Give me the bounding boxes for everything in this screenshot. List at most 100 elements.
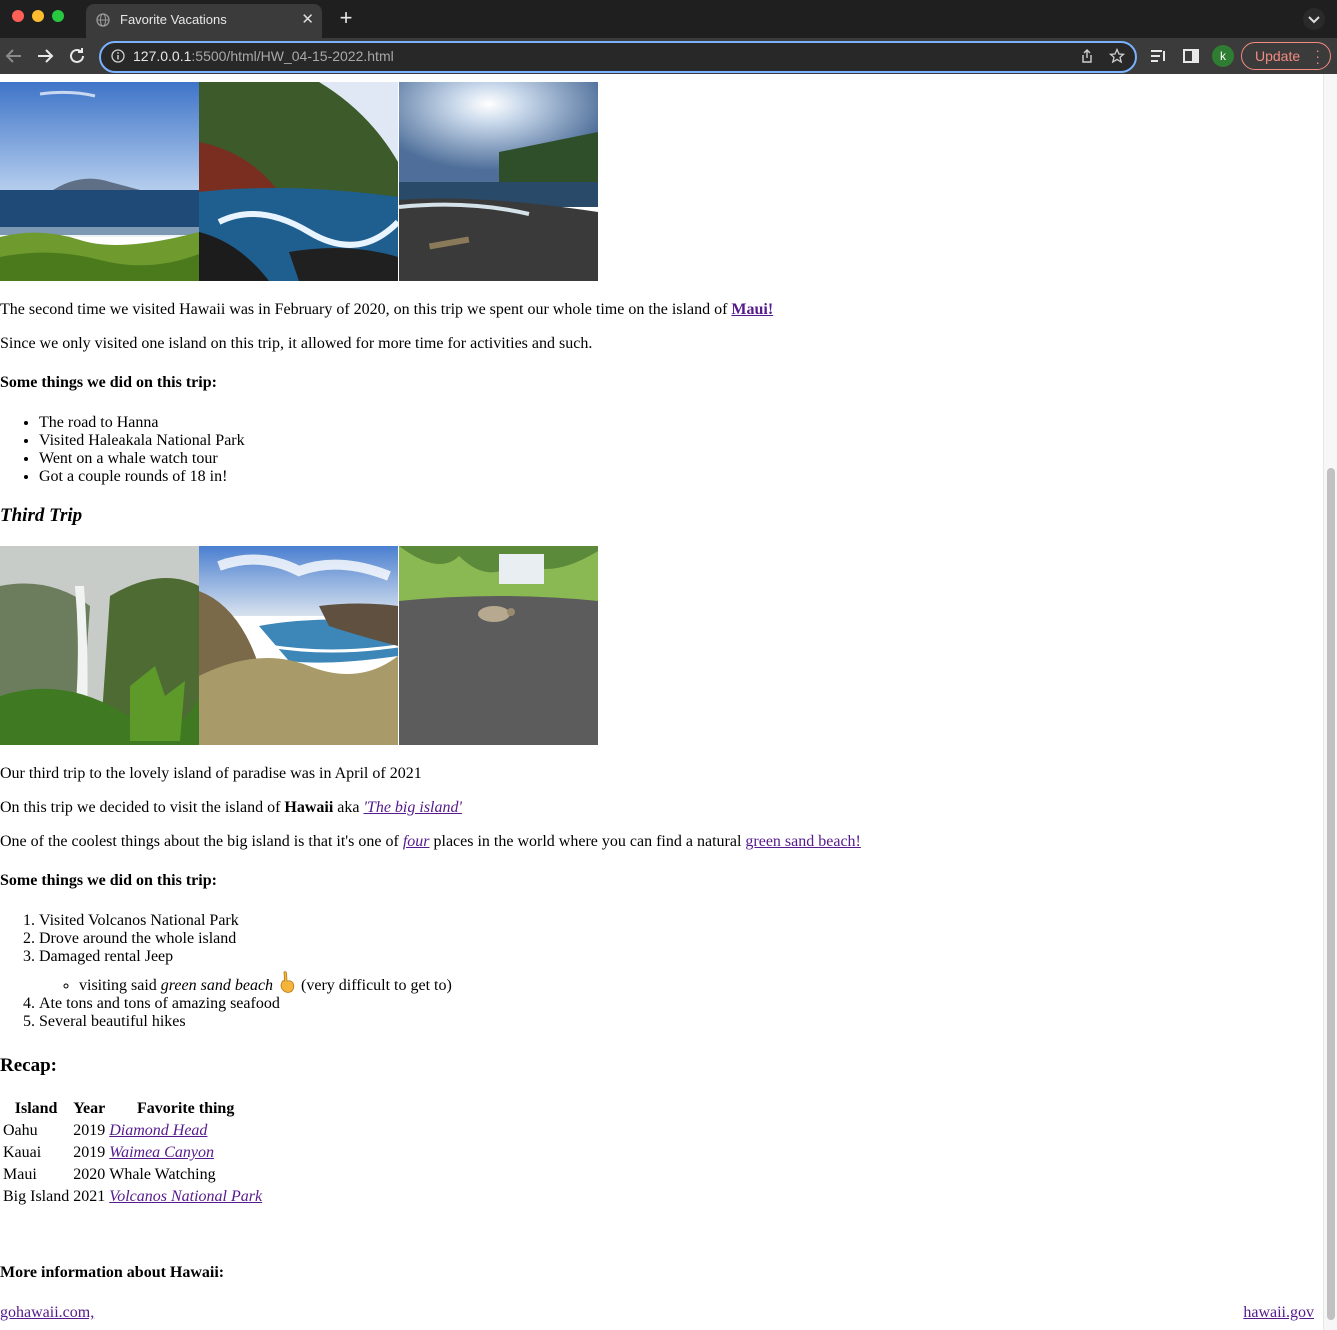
close-window-button[interactable] [12,10,24,22]
new-tab-button[interactable]: + [334,4,358,32]
favorite-cell: Waimea Canyon [108,1143,263,1163]
waimea-canyon-link[interactable]: Waimea Canyon [109,1144,214,1161]
third-trip-text-2b: aka [333,799,364,816]
table-row: Maui 2020 Whale Watching [2,1165,263,1185]
browser-toolbar: 127.0.0.1:5500/html/HW_04-15-2022.html k… [0,38,1337,74]
zoom-window-button[interactable] [52,10,64,22]
third-trip-paragraph-1: Our third trip to the lovely island of p… [0,765,422,782]
third-trip-text-3b: places in the world where you can find a… [429,833,746,850]
bookmark-star-icon[interactable] [1109,48,1125,64]
third-trip-title: Third Trip [0,505,83,526]
side-panel-icon[interactable] [1181,46,1201,66]
table-row: Kauai 2019 Waimea Canyon [2,1143,263,1163]
third-trip-text-3a: One of the coolest things about the big … [0,833,403,850]
photo-waterfall [0,546,199,745]
second-trip-list: The road to Hanna Visited Haleakala Nati… [0,414,245,486]
green-sand-beach-link[interactable]: green sand beach! [745,833,861,850]
year-cell: 2020 [73,1166,106,1183]
tab-search-button[interactable] [1303,8,1325,30]
island-cell: Kauai [3,1144,42,1161]
more-info-heading: More information about Hawaii: [0,1264,225,1281]
scrollbar-thumb[interactable] [1327,468,1335,1320]
table-row: Big Island 2021 Volcanos National Park [2,1187,263,1207]
third-trip-things-heading: Some things we did on this trip: [0,872,217,889]
sub-item-text-b: (very difficult to get to) [301,977,452,994]
photo-maui-black-beach [399,82,598,281]
reading-list-icon[interactable] [1148,46,1168,66]
vertical-scrollbar[interactable] [1323,74,1337,1330]
reload-icon[interactable] [65,44,89,68]
browser-tab[interactable]: Favorite Vacations ✕ [86,4,322,38]
forward-arrow-icon[interactable] [33,44,57,68]
recap-heading: Recap: [0,1055,57,1076]
minimize-window-button[interactable] [32,10,44,22]
hawaii-bold: Hawaii [284,799,334,816]
share-icon[interactable] [1079,48,1095,64]
hawaii-gov-link[interactable]: hawaii.gov [1243,1304,1314,1322]
second-trip-paragraph-2: Since we only visited one island on this… [0,335,593,352]
page-content: The second time we visited Hawaii was in… [0,74,1323,1330]
sub-item-text-a: visiting said [79,977,161,994]
url-text: 127.0.0.1:5500/html/HW_04-15-2022.html [133,48,394,64]
list-item: Damaged rental Jeep visiting said green … [39,948,452,995]
four-places-link[interactable]: four [403,833,430,850]
url-host: 127.0.0.1 [133,48,192,64]
gohawaii-link[interactable]: gohawaii.com, [0,1304,94,1322]
second-trip-text-1: The second time we visited Hawaii was in… [0,301,732,318]
favorite-cell: Volcanos National Park [108,1187,263,1207]
list-item: The road to Hanna [39,414,245,432]
list-item: Went on a whale watch tour [39,450,245,468]
volcanos-national-park-link[interactable]: Volcanos National Park [109,1188,262,1205]
close-tab-icon[interactable]: ✕ [301,10,314,28]
list-item: Got a couple rounds of 18 in! [39,468,245,486]
site-info-icon[interactable] [111,49,125,63]
browser-titlebar: Favorite Vacations ✕ + [0,0,1337,38]
year-cell: 2019 [73,1122,106,1139]
third-trip-list: Visited Volcanos National Park Drove aro… [0,912,452,1031]
island-cell: Oahu [3,1122,38,1139]
favorite-cell: Whale Watching [109,1166,216,1183]
column-header: Favorite thing [137,1100,235,1117]
tab-title: Favorite Vacations [120,12,227,27]
kebab-menu-icon: · · · [1315,42,1320,70]
photo-maui-coast [0,82,199,281]
photo-green-sand-beach [199,546,398,745]
list-item: Visited Haleakala National Park [39,432,245,450]
address-bar[interactable]: 127.0.0.1:5500/html/HW_04-15-2022.html [99,41,1137,73]
update-button[interactable]: Update · · · [1241,42,1331,70]
list-item: Visited Volcanos National Park [39,912,452,930]
year-cell: 2021 [73,1188,106,1205]
list-item: Ate tons and tons of amazing seafood [39,995,452,1013]
third-trip-paragraph-2: On this trip we decided to visit the isl… [0,799,462,817]
sub-list-item: visiting said green sand beach (very dif… [79,970,452,995]
list-item: Drove around the whole island [39,930,452,948]
third-trip-sub-list: visiting said green sand beach (very dif… [39,970,452,995]
island-cell: Maui [3,1166,37,1183]
table-header-row: Island Year Favorite thing [2,1099,263,1119]
table-row: Oahu 2019 Diamond Head [2,1121,263,1141]
profile-avatar[interactable]: k [1212,45,1234,67]
globe-icon [96,13,110,27]
back-arrow-icon[interactable] [2,44,26,68]
big-island-link[interactable]: 'The big island' [364,799,462,816]
url-path: :5500/html/HW_04-15-2022.html [191,48,394,64]
second-trip-paragraph-1: The second time we visited Hawaii was in… [0,301,773,319]
third-trip-text-2a: On this trip we decided to visit the isl… [0,799,285,816]
island-cell: Big Island [3,1188,70,1205]
list-item-text: Damaged rental Jeep [39,948,174,965]
pointing-hand-icon [280,971,295,993]
photo-maui-cliffs [199,82,398,281]
second-trip-things-heading: Some things we did on this trip: [0,374,217,391]
recap-table: Island Year Favorite thing Oahu 2019 Dia… [0,1097,265,1209]
diamond-head-link[interactable]: Diamond Head [109,1122,207,1139]
third-trip-paragraph-3: One of the coolest things about the big … [0,833,861,851]
column-header: Island [14,1100,58,1117]
column-header: Year [73,1100,106,1117]
year-cell: 2019 [73,1144,106,1161]
list-item: Several beautiful hikes [39,1013,452,1031]
chevron-down-icon [1308,16,1320,24]
maui-link[interactable]: Maui! [731,301,773,318]
update-button-label: Update [1255,48,1301,64]
favorite-cell: Diamond Head [108,1121,263,1141]
photo-sea-turtle-beach [399,546,598,745]
